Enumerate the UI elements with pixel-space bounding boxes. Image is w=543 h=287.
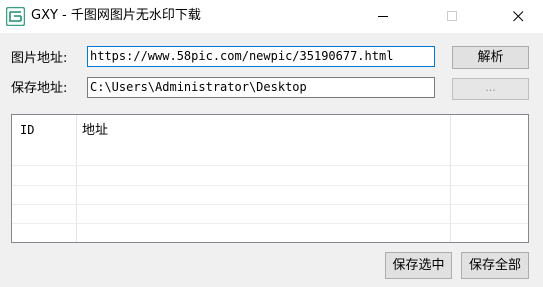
save-path-input[interactable]: C:\Users\Administrator\Desktop [87, 77, 435, 98]
row-gridline [12, 185, 528, 186]
save-selected-button[interactable]: 保存选中 [385, 252, 452, 279]
browse-button: ... [452, 78, 529, 100]
row-gridline [12, 204, 528, 205]
save-path-label: 保存地址: [11, 81, 68, 96]
close-icon [513, 11, 524, 22]
app-logo-icon [5, 6, 26, 27]
minimize-icon [378, 16, 388, 17]
url-label: 图片地址: [11, 51, 68, 66]
column-header-address[interactable]: 地址 [82, 115, 108, 146]
maximize-button [429, 0, 475, 33]
close-button[interactable] [495, 0, 541, 33]
maximize-icon [447, 11, 457, 21]
title-bar: GXY - 千图网图片无水印下载 [0, 0, 543, 33]
column-header-id[interactable]: ID [20, 115, 34, 146]
parse-button[interactable]: 解析 [452, 46, 529, 69]
save-all-button[interactable]: 保存全部 [461, 252, 529, 279]
minimize-button[interactable] [360, 0, 406, 33]
row-gridline [12, 223, 528, 224]
window-title: GXY - 千图网图片无水印下载 [31, 8, 201, 23]
row-gridline [12, 165, 528, 166]
url-input[interactable]: https://www.58pic.com/newpic/35190677.ht… [87, 46, 435, 67]
result-list[interactable]: ID 地址 [11, 114, 529, 243]
